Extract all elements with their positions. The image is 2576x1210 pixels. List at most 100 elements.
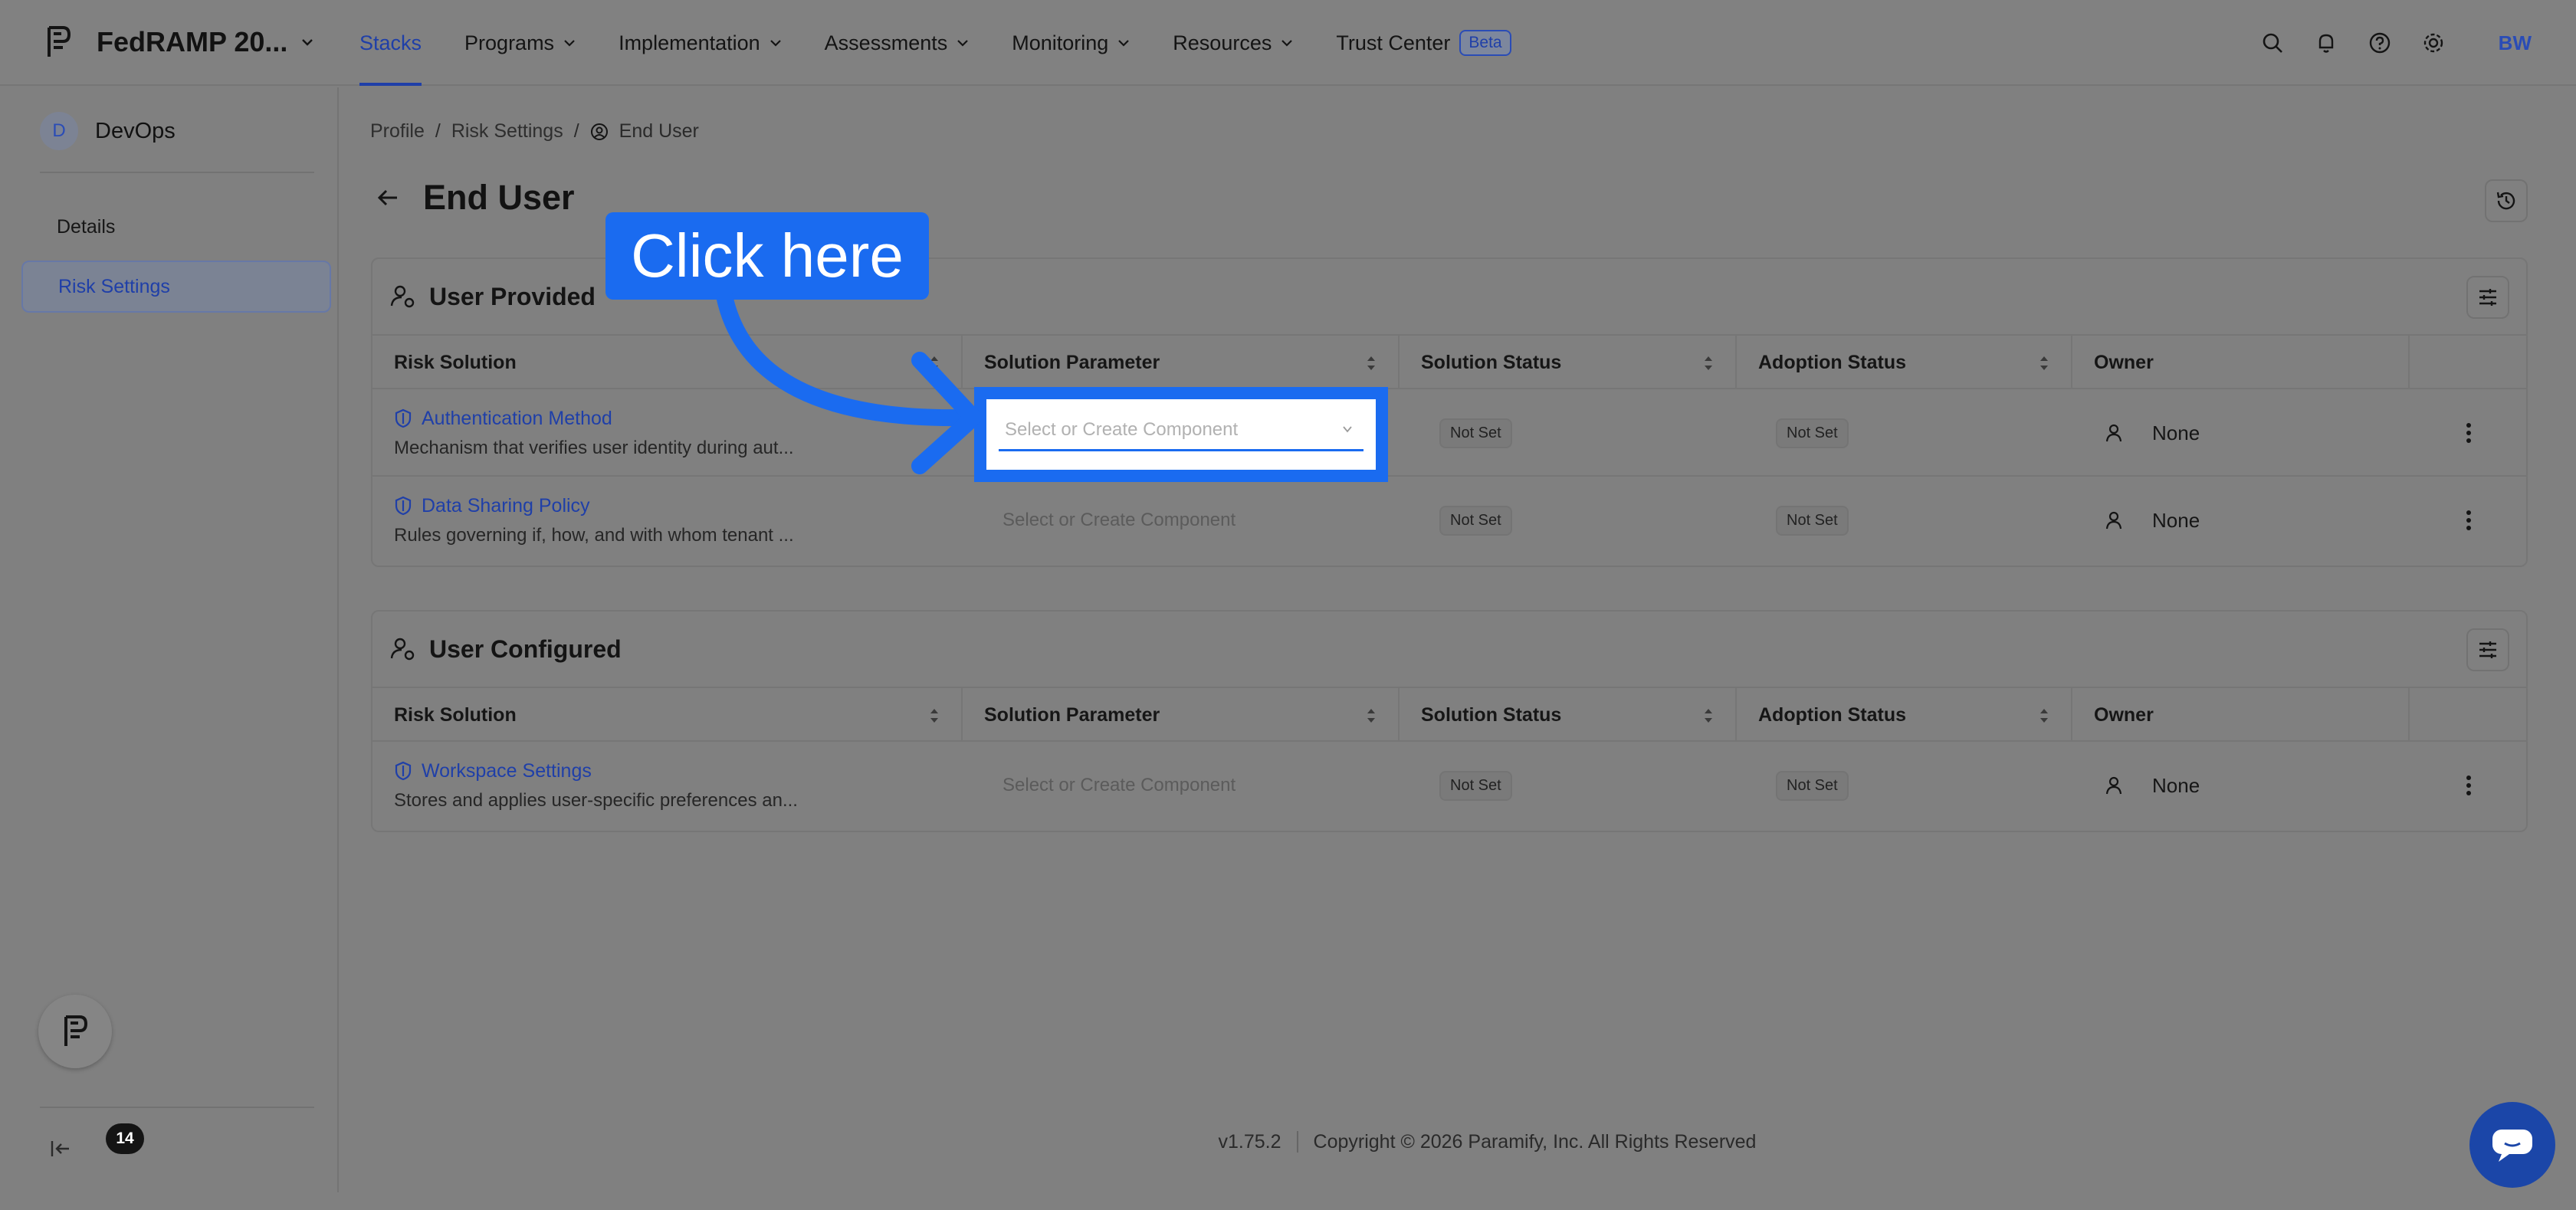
nav-label: Assessments — [824, 31, 948, 54]
solution-status-cell: Not Set — [1439, 477, 1512, 564]
solution-parameter-select[interactable]: Select or Create Component — [1003, 742, 1235, 829]
column-solution-parameter[interactable]: Solution Parameter — [963, 336, 1400, 389]
search-icon[interactable] — [2261, 31, 2284, 54]
user-settings-icon — [390, 285, 415, 308]
page-title: End User — [423, 178, 575, 217]
sidebar-item-risk-settings[interactable]: Risk Settings — [21, 261, 331, 313]
nav-monitoring[interactable]: Monitoring — [1012, 0, 1130, 86]
sliders-icon — [2479, 641, 2496, 658]
shield-icon — [395, 496, 412, 516]
person-icon — [2097, 416, 2131, 450]
column-owner: Owner — [2072, 336, 2410, 389]
chat-button[interactable] — [2469, 1102, 2555, 1188]
status-badge: Not Set — [1776, 770, 1849, 801]
risk-solution-description: Rules governing if, how, and with whom t… — [394, 524, 794, 546]
column-settings-button[interactable] — [2466, 276, 2509, 319]
column-label: Risk Solution — [394, 703, 517, 726]
top-navigation: FedRAMP 20... Stacks Programs Implementa… — [0, 0, 2576, 86]
column-solution-parameter[interactable]: Solution Parameter — [963, 688, 1400, 742]
column-solution-status[interactable]: Solution Status — [1400, 336, 1737, 389]
user-circle-icon — [590, 123, 608, 140]
row-actions[interactable] — [2465, 389, 2473, 477]
footer-separator — [1296, 1131, 1298, 1153]
breadcrumb-risk-settings[interactable]: Risk Settings — [451, 120, 563, 143]
table-row: Data Sharing Policy Rules governing if, … — [372, 477, 2526, 564]
nav-label: Implementation — [619, 31, 760, 54]
breadcrumb-profile[interactable]: Profile — [370, 120, 425, 143]
column-label: Risk Solution — [394, 351, 517, 373]
chevron-down-icon — [564, 40, 575, 47]
chevron-down-icon — [1343, 426, 1352, 433]
workspace-header[interactable]: D DevOps — [40, 112, 176, 150]
column-owner: Owner — [2072, 688, 2410, 742]
owner-name: None — [2152, 421, 2200, 444]
column-adoption-status[interactable]: Adoption Status — [1737, 688, 2072, 742]
shield-icon — [395, 761, 412, 781]
risk-solution-name: Data Sharing Policy — [422, 494, 590, 516]
pointer-arrow-icon — [716, 291, 982, 474]
help-icon[interactable] — [2368, 31, 2391, 54]
paramify-logo-icon[interactable] — [43, 25, 74, 60]
owner-cell[interactable]: None — [2097, 477, 2200, 564]
column-adoption-status[interactable]: Adoption Status — [1737, 336, 2072, 389]
owner-name: None — [2152, 773, 2200, 797]
column-label: Solution Status — [1421, 703, 1562, 726]
column-label: Owner — [2094, 351, 2154, 373]
nav-implementation[interactable]: Implementation — [619, 0, 782, 86]
nav-assessments[interactable]: Assessments — [825, 0, 970, 86]
solution-parameter-select[interactable]: Select or Create Component — [1003, 477, 1235, 564]
org-switcher[interactable]: FedRAMP 20... — [97, 26, 313, 58]
history-icon — [2496, 192, 2515, 210]
chevron-down-icon — [957, 40, 969, 47]
breadcrumb-separator: / — [435, 120, 441, 142]
gear-icon[interactable] — [2422, 31, 2445, 54]
back-arrow-icon[interactable] — [376, 185, 400, 210]
row-actions[interactable] — [2465, 742, 2473, 829]
sliders-icon — [2479, 289, 2496, 306]
section-user-configured: User Configured Risk Solution Solution P… — [371, 610, 2528, 832]
nav-stacks[interactable]: Stacks — [359, 0, 422, 86]
section-header: User Configured — [372, 612, 2526, 688]
solution-parameter-select[interactable]: Select or Create Component — [999, 410, 1363, 451]
risk-solution-link[interactable]: Data Sharing Policy — [394, 495, 794, 517]
nav-label: Trust Center — [1336, 31, 1451, 54]
sidebar-item-details[interactable]: Details — [21, 201, 331, 253]
org-name: FedRAMP 20... — [97, 26, 288, 57]
risk-solution-name: Workspace Settings — [422, 759, 592, 782]
sort-icon — [1705, 356, 1712, 370]
nav-resources[interactable]: Resources — [1173, 0, 1293, 86]
column-solution-status[interactable]: Solution Status — [1400, 688, 1737, 742]
sidebar-item-label: Details — [57, 215, 116, 238]
column-settings-button[interactable] — [2466, 628, 2509, 671]
table-header: Risk Solution Solution Parameter Solutio… — [372, 688, 2526, 742]
help-assistant-button[interactable] — [38, 995, 112, 1068]
nav-label: Stacks — [359, 31, 422, 54]
workspace-avatar: D — [40, 112, 78, 150]
column-label: Adoption Status — [1758, 703, 1907, 726]
adoption-status-cell: Not Set — [1776, 477, 1849, 564]
status-badge: Not Set — [1439, 505, 1512, 536]
history-button[interactable] — [2485, 179, 2528, 222]
row-actions[interactable] — [2465, 477, 2473, 564]
more-vertical-icon — [2466, 776, 2471, 795]
nav-trust-center[interactable]: Trust Center Beta — [1336, 0, 1511, 86]
sort-icon — [1705, 709, 1712, 723]
breadcrumb: Profile / Risk Settings / End User — [370, 120, 699, 143]
user-avatar[interactable]: BW — [2499, 31, 2532, 55]
chevron-down-icon — [1281, 40, 1293, 47]
sort-icon — [1367, 709, 1375, 723]
risk-solution-link[interactable]: Workspace Settings — [394, 760, 798, 782]
bell-icon[interactable] — [2315, 31, 2338, 54]
nav-programs[interactable]: Programs — [464, 0, 576, 86]
owner-cell[interactable]: None — [2097, 389, 2200, 477]
chevron-down-icon — [770, 40, 781, 47]
tutorial-callout: Click here — [605, 212, 929, 300]
footer: v1.75.2 Copyright © 2026 Paramify, Inc. … — [0, 1131, 2576, 1153]
owner-cell[interactable]: None — [2097, 742, 2200, 829]
paramify-logo-icon — [64, 1015, 88, 1046]
adoption-status-cell: Not Set — [1776, 742, 1849, 829]
column-risk-solution[interactable]: Risk Solution — [372, 688, 963, 742]
select-placeholder: Select or Create Component — [1005, 418, 1239, 440]
status-badge: Not Set — [1776, 418, 1849, 448]
column-label: Solution Parameter — [984, 703, 1160, 726]
